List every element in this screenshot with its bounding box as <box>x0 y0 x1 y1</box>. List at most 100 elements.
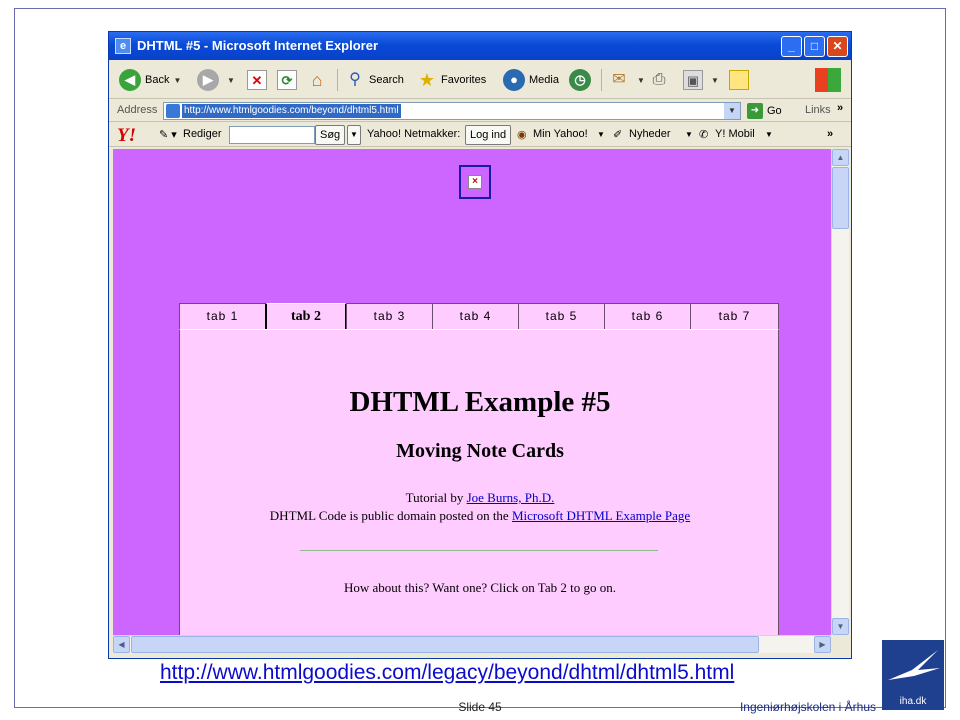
yahoo-search-button[interactable]: Søg <box>315 125 346 145</box>
stop-icon: ✕ <box>247 70 267 90</box>
news-link[interactable]: Nyheder <box>629 128 671 140</box>
refresh-button[interactable]: ⟳ <box>277 67 301 93</box>
dropdown-arrow-icon: ▼ <box>227 75 235 85</box>
tab-1[interactable]: tab 1 <box>179 303 266 329</box>
stop-button[interactable]: ✕ <box>247 67 271 93</box>
chevron-down-icon[interactable]: ▼ <box>685 130 693 139</box>
dropdown-arrow-icon: ▼ <box>711 75 719 85</box>
logo-text: iha.dk <box>899 696 927 707</box>
yahoo-logo[interactable]: Y! <box>117 125 136 147</box>
address-input[interactable]: http://www.htmlgoodies.com/beyond/dhtml5… <box>163 102 741 120</box>
tutorial-prefix: Tutorial by <box>405 490 467 505</box>
tutorial-line: Tutorial by Joe Burns, Ph.D. <box>180 490 780 506</box>
tab-6[interactable]: tab 6 <box>604 303 691 329</box>
scroll-right-icon[interactable]: ▶ <box>814 636 831 653</box>
favorites-button[interactable]: ★ Favorites <box>417 67 486 93</box>
star-icon: ★ <box>418 70 436 90</box>
news-icon: ✐ <box>613 129 623 141</box>
forward-button[interactable]: ▶ ▼ <box>197 67 235 93</box>
toolbar-separator <box>601 69 602 91</box>
horizontal-rule <box>300 550 658 551</box>
author-link[interactable]: Joe Burns, Ph.D. <box>467 490 555 505</box>
address-url[interactable]: http://www.htmlgoodies.com/beyond/dhtml5… <box>182 104 401 118</box>
page-icon <box>166 104 180 118</box>
tab-2[interactable]: tab 2 <box>265 303 347 331</box>
go-label: Go <box>767 105 782 117</box>
caption-link[interactable]: http://www.htmlgoodies.com/legacy/beyond… <box>160 661 734 685</box>
refresh-icon: ⟳ <box>277 70 297 90</box>
chevron-right-icon[interactable]: » <box>837 102 843 114</box>
go-button[interactable]: ➜ Go <box>747 103 782 119</box>
search-label: Search <box>369 74 404 86</box>
discuss-button[interactable] <box>729 67 753 93</box>
back-button[interactable]: ◀ Back ▼ <box>119 67 181 93</box>
chevron-down-icon[interactable]: ▼ <box>347 125 361 145</box>
netmakker-label: Yahoo! Netmakker: <box>367 128 461 140</box>
maximize-button[interactable]: □ <box>804 36 825 57</box>
card-title: DHTML Example #5 <box>349 386 611 418</box>
print-button[interactable]: ⎙ <box>649 67 673 93</box>
home-icon: ⌂ <box>311 70 323 90</box>
go-arrow-icon: ➜ <box>747 103 763 119</box>
search-icon: ⚲ <box>349 71 361 88</box>
chevron-down-icon[interactable]: ▼ <box>597 130 605 139</box>
media-button[interactable]: ● Media <box>503 67 559 93</box>
chevron-down-icon[interactable]: ▼ <box>765 130 773 139</box>
toolbar-separator <box>337 69 338 91</box>
yahoo-search-input[interactable] <box>229 126 315 144</box>
tab-5[interactable]: tab 5 <box>518 303 605 329</box>
note-icon <box>729 70 749 90</box>
horizontal-scrollbar[interactable]: ◀ ▶ <box>113 635 831 653</box>
login-button[interactable]: Log ind <box>465 125 512 145</box>
back-label: Back <box>145 74 170 86</box>
broken-image-icon: × <box>468 175 482 189</box>
edit-label[interactable]: Rediger <box>183 128 222 140</box>
scroll-left-icon[interactable]: ◀ <box>113 636 130 653</box>
minimize-button[interactable]: _ <box>781 36 802 57</box>
mobile-link[interactable]: Y! Mobil <box>715 128 755 140</box>
note-card: DHTML Example #5 Moving Note Cards Tutor… <box>179 329 779 635</box>
history-button[interactable]: ◷ <box>569 67 595 93</box>
page-content: × tab 1 tab 2 tab 3 tab 4 tab 5 tab 6 ta… <box>113 149 831 635</box>
prompt-text: How about this? Want one? Click on Tab 2… <box>344 580 616 595</box>
windows-flag-icon <box>815 68 841 92</box>
tab-3[interactable]: tab 3 <box>346 303 433 329</box>
mail-icon: ✉ <box>612 71 626 88</box>
scroll-down-icon[interactable]: ▼ <box>832 618 849 635</box>
horizontal-scroll-thumb[interactable] <box>131 636 759 653</box>
dropdown-arrow-icon: ▼ <box>173 75 182 85</box>
chevron-right-icon[interactable]: » <box>827 128 833 140</box>
chevron-down-icon[interactable]: ▼ <box>724 103 740 119</box>
back-arrow-icon: ◀ <box>119 69 141 91</box>
mobile-icon: ✆ <box>699 129 709 141</box>
vertical-scroll-thumb[interactable] <box>832 167 849 229</box>
broken-image: × <box>459 165 491 199</box>
my-yahoo-icon: ◉ <box>517 129 527 141</box>
footer-divider <box>14 707 416 708</box>
browser-window: e DHTML #5 - Microsoft Internet Explorer… <box>108 31 852 659</box>
tab-7[interactable]: tab 7 <box>690 303 779 329</box>
bird-logo-icon <box>888 650 940 680</box>
scroll-up-icon[interactable]: ▲ <box>832 149 849 166</box>
vertical-scrollbar[interactable]: ▲ ▼ <box>831 149 849 635</box>
code-line: DHTML Code is public domain posted on th… <box>180 508 780 524</box>
card-subtitle: Moving Note Cards <box>396 440 564 462</box>
pencil-icon[interactable]: ✎ ▾ <box>159 128 177 141</box>
links-button[interactable]: Links <box>805 104 831 116</box>
my-yahoo-link[interactable]: Min Yahoo! <box>533 128 588 140</box>
edit-page-icon: ▣ <box>683 70 703 90</box>
slide-number: Slide 45 <box>458 700 502 714</box>
close-button[interactable]: ✕ <box>827 36 848 57</box>
tab-strip: tab 1 tab 2 tab 3 tab 4 tab 5 tab 6 tab … <box>179 303 779 331</box>
search-button[interactable]: ⚲ Search <box>345 67 404 93</box>
dropdown-arrow-icon: ▼ <box>637 75 645 85</box>
mail-button[interactable]: ✉ ▼ <box>609 67 645 93</box>
edit-button[interactable]: ▣ ▼ <box>683 67 719 93</box>
home-button[interactable]: ⌂ <box>307 67 331 93</box>
media-label: Media <box>529 74 559 86</box>
tab-4[interactable]: tab 4 <box>432 303 519 329</box>
microsoft-dhtml-link[interactable]: Microsoft DHTML Example Page <box>512 508 690 523</box>
title-bar[interactable]: e DHTML #5 - Microsoft Internet Explorer… <box>109 32 851 60</box>
forward-arrow-icon: ▶ <box>197 69 219 91</box>
window-title: DHTML #5 - Microsoft Internet Explorer <box>137 38 379 53</box>
